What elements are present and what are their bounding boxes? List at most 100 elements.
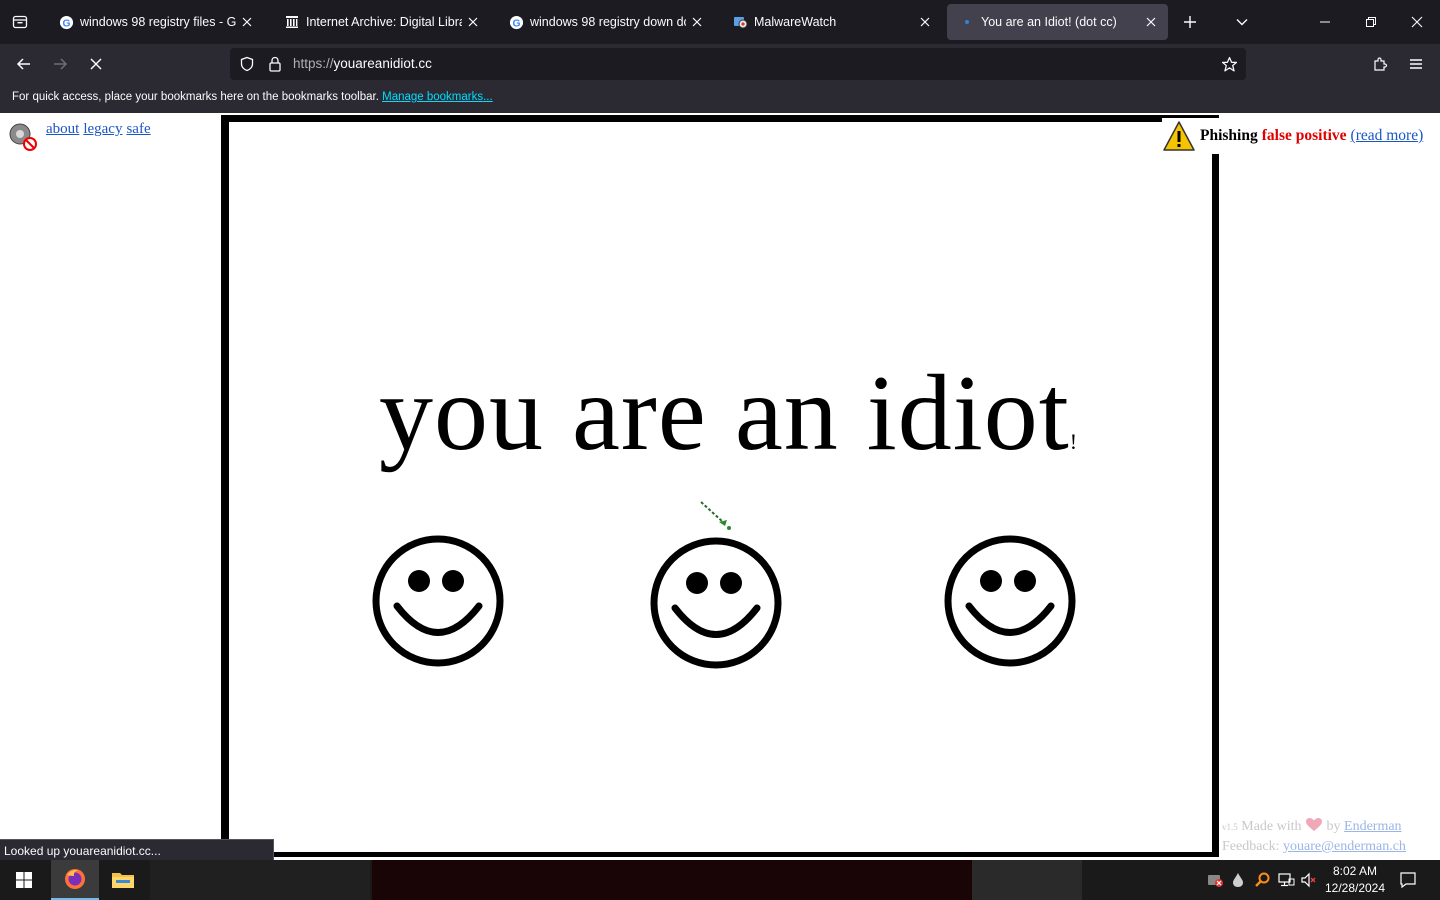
tab-3[interactable]: MalwareWatch xyxy=(720,4,942,40)
close-icon[interactable] xyxy=(690,15,704,29)
idiot-popup-frame[interactable]: you are an idiot! xyxy=(221,115,1219,857)
tray-search-icon[interactable] xyxy=(1253,871,1271,889)
safe-link[interactable]: safe xyxy=(126,121,150,138)
clock-date: 12/28/2024 xyxy=(1324,881,1386,895)
headline-text: you are an idiot xyxy=(379,354,1070,473)
warning-triangle-icon xyxy=(1163,121,1195,151)
tab-strip: G windows 98 registry files - Google Int… xyxy=(0,0,1440,44)
svg-text:G: G xyxy=(512,18,520,29)
version-label: v1.5 xyxy=(1222,822,1238,832)
tab-title: You are an Idiot! (dot cc) xyxy=(981,15,1117,29)
minimize-icon xyxy=(1320,21,1330,23)
url-bar[interactable]: https://youareanidiot.cc xyxy=(230,48,1246,80)
made-with-label: Made with xyxy=(1241,819,1302,834)
read-more-link[interactable]: (read more) xyxy=(1351,127,1424,145)
google-g-icon: G xyxy=(508,14,524,30)
tracking-protection-shield-icon[interactable] xyxy=(238,55,256,73)
restore-icon xyxy=(1366,17,1376,27)
tab-0[interactable]: G windows 98 registry files - Google xyxy=(46,4,264,40)
close-icon xyxy=(1411,16,1423,28)
phishing-notice: Phishing false positive (read more) xyxy=(1162,118,1438,154)
new-tab-button[interactable] xyxy=(1178,10,1202,34)
windows-taskbar: 8:02 AM 12/28/2024 xyxy=(0,860,1440,900)
firefox-view-button[interactable] xyxy=(6,8,34,36)
feedback-email-link[interactable]: youare@enderman.ch xyxy=(1283,839,1406,854)
smiley-icon xyxy=(650,537,782,669)
bookmarks-hint: For quick access, place your bookmarks h… xyxy=(12,91,379,103)
google-g-icon: G xyxy=(58,14,74,30)
tab-title: MalwareWatch xyxy=(754,15,837,29)
by-label: by xyxy=(1326,819,1341,834)
manage-bookmarks-link[interactable]: Manage bookmarks... xyxy=(382,91,493,103)
folder-icon xyxy=(112,873,134,888)
feedback-label: Feedback: xyxy=(1222,839,1280,854)
legacy-links: about legacy safe xyxy=(6,121,155,155)
close-icon[interactable] xyxy=(466,15,480,29)
bookmarks-toolbar: For quick access, place your bookmarks h… xyxy=(0,84,1440,113)
tab-2[interactable]: G windows 98 registry down down xyxy=(496,4,714,40)
windows-logo-icon xyxy=(16,872,32,888)
malwarewatch-icon xyxy=(732,14,748,30)
url-host: youareanidiot.cc xyxy=(333,56,432,71)
archive-icon xyxy=(284,14,300,30)
svg-text:G: G xyxy=(62,18,70,29)
stop-x-icon xyxy=(90,58,102,70)
list-all-tabs-button[interactable] xyxy=(1230,10,1254,34)
volume-muted-icon[interactable] xyxy=(1300,871,1318,889)
smiley-icon xyxy=(372,535,504,667)
app-menu-button[interactable] xyxy=(1402,50,1430,78)
author-link[interactable]: Enderman xyxy=(1344,819,1402,834)
close-icon[interactable] xyxy=(918,15,932,29)
headline: you are an idiot! xyxy=(379,352,1078,476)
url-text[interactable]: https://youareanidiot.cc xyxy=(293,56,432,71)
firefox-icon xyxy=(65,869,85,889)
back-button[interactable] xyxy=(10,50,38,78)
navigation-toolbar: https://youareanidiot.cc xyxy=(0,44,1440,84)
desktop-background-strip xyxy=(972,860,1082,900)
loading-dot-icon xyxy=(959,14,975,30)
arrow-right-icon xyxy=(54,58,68,70)
stop-button[interactable] xyxy=(82,50,110,78)
notifications-icon[interactable] xyxy=(1398,871,1418,889)
web-page: about legacy safe you are an idiot! Phis… xyxy=(0,113,1440,860)
start-button[interactable] xyxy=(0,860,48,900)
false-positive-label: false positive xyxy=(1261,127,1347,144)
forward-button[interactable] xyxy=(46,50,74,78)
close-window-button[interactable] xyxy=(1403,8,1431,36)
legacy-link[interactable]: legacy xyxy=(83,121,122,138)
tab-title: windows 98 registry files - Google xyxy=(80,15,236,29)
hamburger-menu-icon xyxy=(1410,59,1422,69)
tab-title: windows 98 registry down down xyxy=(530,15,686,29)
url-scheme: https:// xyxy=(293,56,334,71)
clock-time: 8:02 AM xyxy=(1332,864,1378,878)
heart-icon xyxy=(1306,818,1323,831)
about-link[interactable]: about xyxy=(46,121,79,138)
close-icon[interactable] xyxy=(1144,15,1158,29)
restore-button[interactable] xyxy=(1357,8,1385,36)
network-icon[interactable] xyxy=(1277,871,1295,889)
close-icon[interactable] xyxy=(240,15,254,29)
extensions-button[interactable] xyxy=(1366,50,1394,78)
status-panel: Looked up youareanidiot.cc... xyxy=(0,839,274,861)
headline-suffix: ! xyxy=(1069,429,1079,454)
phishing-label: Phishing xyxy=(1200,127,1258,144)
system-clock[interactable]: 8:02 AM 12/28/2024 xyxy=(1318,863,1392,897)
desktop-background-strip xyxy=(150,860,370,900)
arrow-left-icon xyxy=(16,58,30,70)
smiley-icon xyxy=(944,535,1076,667)
tab-title: Internet Archive: Digital Library xyxy=(306,15,462,29)
tray-defender-icon[interactable] xyxy=(1206,871,1224,889)
firefox-view-icon xyxy=(12,15,28,29)
desktop-background-strip xyxy=(372,860,972,900)
tab-4-active[interactable]: You are an Idiot! (dot cc) xyxy=(947,4,1168,40)
chevron-down-icon xyxy=(1236,19,1248,26)
taskbar-firefox[interactable] xyxy=(51,860,99,900)
puzzle-piece-icon xyxy=(1374,57,1388,71)
padlock-icon[interactable] xyxy=(266,55,284,73)
tray-drop-icon[interactable] xyxy=(1229,871,1247,889)
minimize-button[interactable] xyxy=(1311,8,1339,36)
tab-1[interactable]: Internet Archive: Digital Library xyxy=(272,4,490,40)
plus-icon xyxy=(1184,16,1196,28)
taskbar-file-explorer[interactable] xyxy=(99,860,147,900)
bookmark-star-icon[interactable] xyxy=(1220,55,1238,73)
